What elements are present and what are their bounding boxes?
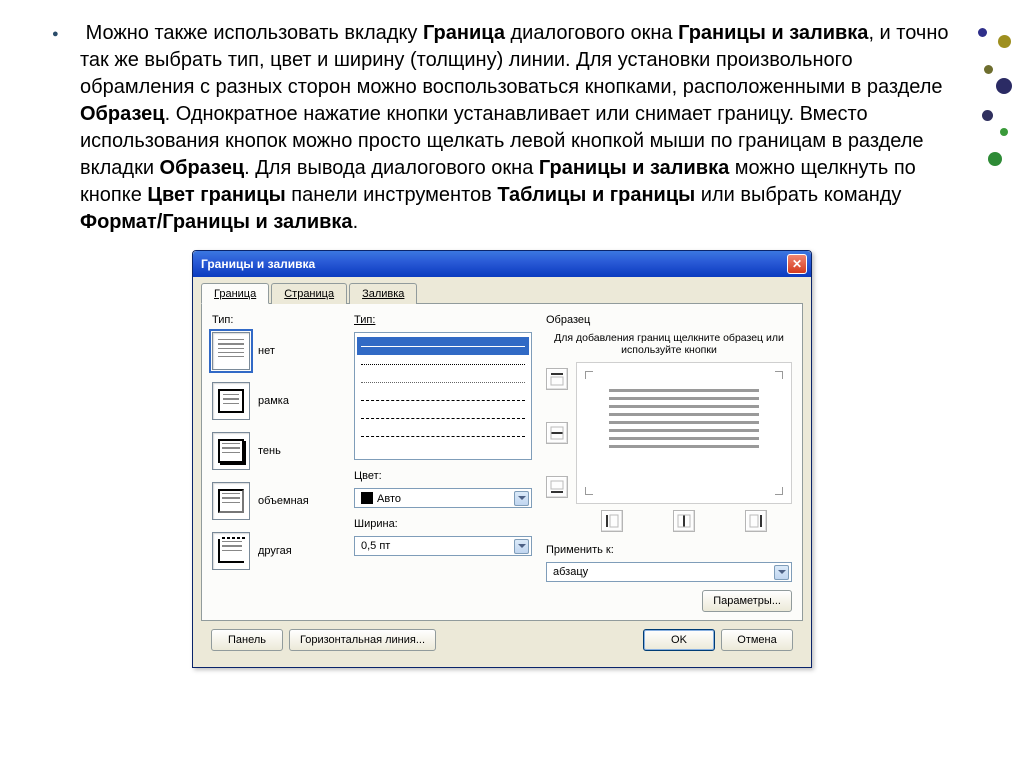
line-style-listbox[interactable]	[354, 332, 532, 460]
options-button[interactable]: Параметры...	[702, 590, 792, 612]
preset-none-icon	[212, 332, 250, 370]
color-label: Цвет:	[354, 470, 532, 482]
horizontal-line-button[interactable]: Горизонтальная линия...	[289, 629, 436, 651]
width-combo[interactable]: 0,5 пт	[354, 536, 532, 556]
tab-page[interactable]: Страница	[271, 283, 347, 304]
tab-border[interactable]: Граница	[201, 283, 269, 304]
preset-box[interactable]: рамка	[212, 382, 340, 420]
sample-hint: Для добавления границ щелкните образец и…	[546, 332, 792, 362]
ok-button[interactable]: OK	[643, 629, 715, 651]
preset-box-icon	[212, 382, 250, 420]
preset-custom-icon	[212, 532, 250, 570]
borders-shading-dialog: Границы и заливка ✕ Граница Страница Зал…	[192, 250, 812, 668]
width-label: Ширина:	[354, 518, 532, 530]
cancel-button[interactable]: Отмена	[721, 629, 793, 651]
preset-shadow-icon	[212, 432, 250, 470]
slide-paragraph: Можно также использовать вкладку Граница…	[80, 20, 964, 236]
chevron-down-icon	[514, 539, 529, 554]
preset-custom[interactable]: другая	[212, 532, 340, 570]
border-right-button[interactable]	[745, 510, 767, 532]
border-left-button[interactable]	[601, 510, 623, 532]
style-label: Тип:	[354, 314, 532, 326]
preset-3d[interactable]: объемная	[212, 482, 340, 520]
apply-to-combo[interactable]: абзацу	[546, 562, 792, 582]
chevron-down-icon	[774, 565, 789, 580]
border-vmiddle-button[interactable]	[673, 510, 695, 532]
border-bottom-button[interactable]	[546, 476, 568, 498]
close-icon: ✕	[792, 257, 802, 271]
dialog-titlebar[interactable]: Границы и заливка ✕	[193, 251, 811, 277]
preset-none[interactable]: нет	[212, 332, 340, 370]
dialog-title: Границы и заливка	[201, 257, 315, 271]
chevron-down-icon	[514, 491, 529, 506]
toolbar-panel-button[interactable]: Панель	[211, 629, 283, 651]
apply-to-label: Применить к:	[546, 544, 792, 556]
close-button[interactable]: ✕	[787, 254, 807, 274]
preset-shadow[interactable]: тень	[212, 432, 340, 470]
preset-label: Тип:	[212, 314, 340, 326]
sample-preview[interactable]	[576, 362, 792, 504]
border-top-button[interactable]	[546, 368, 568, 390]
color-swatch-icon	[361, 492, 373, 504]
sample-label: Образец	[546, 314, 792, 326]
color-combo[interactable]: Авто	[354, 488, 532, 508]
tab-fill[interactable]: Заливка	[349, 283, 417, 304]
preset-3d-icon	[212, 482, 250, 520]
border-hmiddle-button[interactable]	[546, 422, 568, 444]
